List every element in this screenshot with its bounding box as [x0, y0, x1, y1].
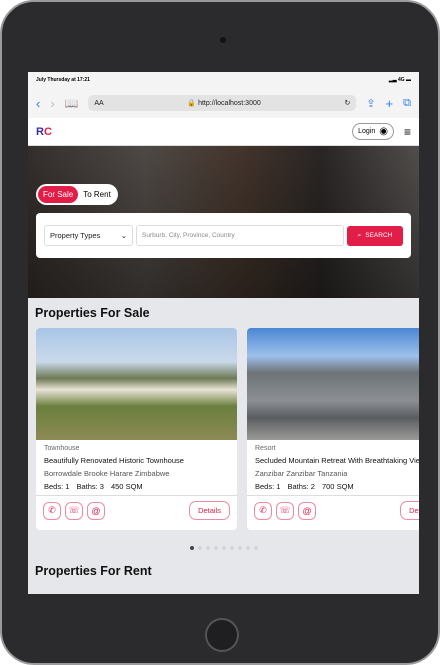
property-title[interactable]: Secluded Mountain Retreat With Breathtak…	[255, 456, 419, 465]
menu-icon[interactable]: ≡	[404, 125, 411, 139]
property-card[interactable]: Resort Secluded Mountain Retreat With Bre…	[247, 328, 419, 530]
property-type-select[interactable]: Property Types ⌄	[44, 225, 133, 246]
status-bar: July Thursday at 17:21 ▂▃ 4G ▬	[28, 72, 419, 88]
pagination-dot[interactable]	[221, 546, 226, 550]
battery-icon: ▬	[406, 77, 411, 83]
status-time: July Thursday at 17:21	[36, 77, 90, 83]
baths: Baths: 3	[76, 482, 104, 491]
text-size-button[interactable]: AA	[94, 100, 103, 107]
signal-icon: ▂▃	[388, 77, 398, 83]
property-location: Zanzibar Zanzibar Tanzania	[255, 469, 348, 478]
user-icon: ◉	[379, 126, 388, 137]
pagination-dot[interactable]	[245, 546, 250, 550]
home-button[interactable]	[205, 618, 239, 652]
bookmarks-icon[interactable]: 📖	[65, 97, 79, 110]
url-text: http://localhost:3000	[198, 100, 261, 107]
sale-carousel: Townhouse Beautifully Renovated Historic …	[28, 320, 419, 530]
share-icon[interactable]: ⇪	[366, 97, 375, 110]
lock-icon: 🔒	[187, 100, 197, 107]
screen: July Thursday at 17:21 ▂▃ 4G ▬ ‹ › 📖 AA …	[28, 72, 419, 594]
pagination-dot[interactable]	[205, 546, 210, 550]
pagination-dot[interactable]	[213, 546, 218, 550]
site-header: RC Login ◉ ≡	[28, 118, 419, 146]
search-panel: Property Types ⌄ Surburb, City, Province,…	[36, 213, 411, 258]
phone-icon[interactable]: ☏	[276, 501, 294, 520]
details-button[interactable]: Details	[189, 501, 230, 520]
chevron-down-icon: ⌄	[120, 231, 127, 240]
baths: Baths: 2	[287, 482, 315, 491]
whatsapp-icon[interactable]: ✆	[254, 501, 272, 520]
property-type: Townhouse	[44, 445, 80, 452]
whatsapp-icon[interactable]: ✆	[43, 501, 61, 520]
search-icon: ⌕	[357, 231, 362, 239]
beds: Beds: 1	[44, 482, 70, 491]
phone-icon[interactable]: ☏	[65, 501, 83, 520]
property-type: Resort	[255, 445, 276, 452]
pagination-dot[interactable]	[253, 546, 258, 550]
logo[interactable]: RC	[36, 126, 52, 138]
browser-toolbar: ‹ › 📖 AA 🔒 http://localhost:3000 ↻ ⇪ + ⧉	[28, 88, 419, 118]
new-tab-icon[interactable]: +	[386, 96, 394, 111]
login-button[interactable]: Login ◉	[352, 123, 394, 140]
pagination-dot[interactable]	[237, 546, 242, 550]
section-title-sale: Properties For Sale	[35, 306, 150, 320]
details-button[interactable]: Details	[400, 501, 419, 520]
area: 450 SQM	[110, 482, 143, 491]
pagination-dot[interactable]	[189, 546, 194, 550]
pagination-dot[interactable]	[197, 546, 202, 550]
property-card[interactable]: Townhouse Beautifully Renovated Historic …	[36, 328, 237, 530]
reload-icon[interactable]: ↻	[344, 99, 350, 107]
property-image	[247, 328, 419, 440]
section-title-rent: Properties For Rent	[35, 564, 152, 578]
beds: Beds: 1	[255, 482, 281, 491]
listing-toggle: For Sale To Rent	[36, 184, 118, 205]
search-button[interactable]: ⌕ SEARCH	[347, 225, 403, 246]
tab-for-sale[interactable]: For Sale	[38, 186, 79, 203]
property-title[interactable]: Beautifully Renovated Historic Townhouse	[44, 456, 229, 465]
forward-icon[interactable]: ›	[50, 96, 54, 111]
area: 700 SQM	[321, 482, 354, 491]
email-icon[interactable]: @	[298, 501, 316, 520]
network: 4G	[397, 77, 405, 83]
property-location: Borrowdale Brooke Harare Zimbabwe	[44, 469, 170, 478]
pagination-dot[interactable]	[229, 546, 234, 550]
location-search-input[interactable]: Surburb, City, Province, Country	[136, 225, 344, 246]
tablet-frame: July Thursday at 17:21 ▂▃ 4G ▬ ‹ › 📖 AA …	[0, 0, 440, 665]
camera	[220, 37, 226, 43]
tabs-icon[interactable]: ⧉	[403, 97, 411, 110]
address-bar[interactable]: AA 🔒 http://localhost:3000 ↻	[88, 95, 357, 111]
hero: For Sale To Rent Property Types ⌄ Surburb…	[28, 146, 419, 298]
property-image	[36, 328, 237, 440]
tab-to-rent[interactable]: To Rent	[78, 186, 116, 203]
back-icon[interactable]: ‹	[36, 96, 40, 111]
email-icon[interactable]: @	[87, 501, 105, 520]
